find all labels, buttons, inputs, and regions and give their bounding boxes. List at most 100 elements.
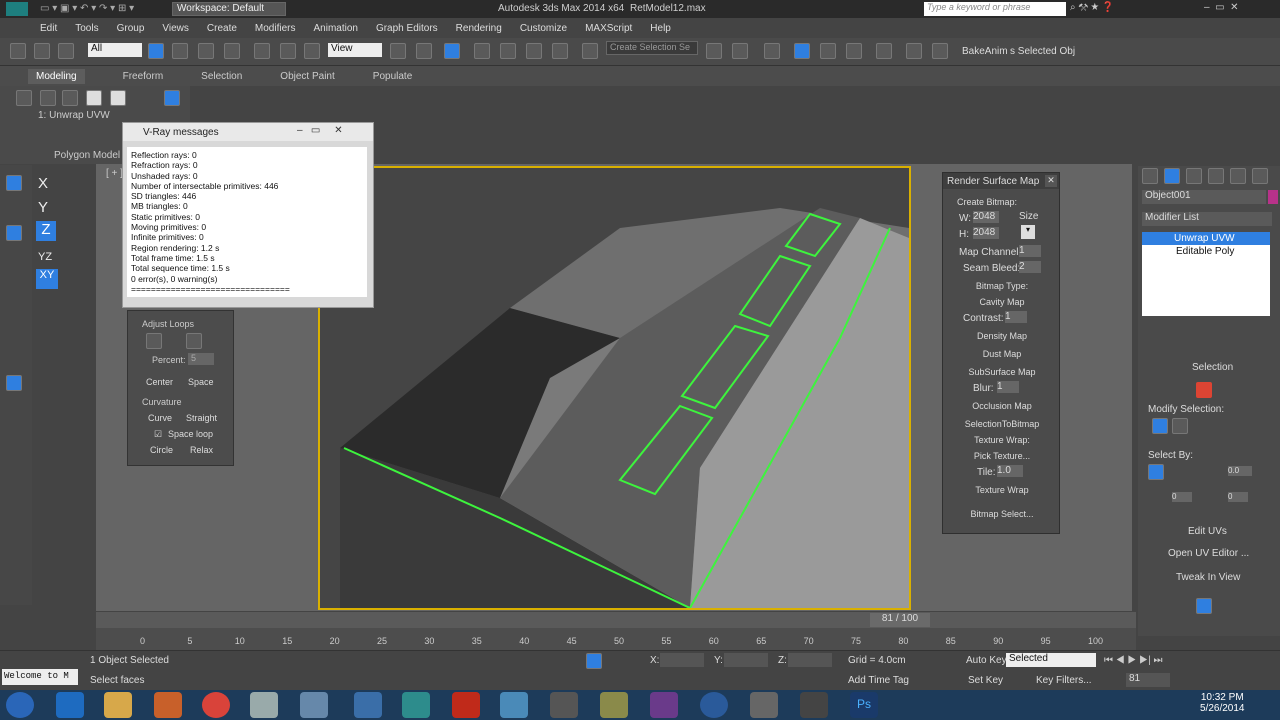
edit-named-selection-icon[interactable] bbox=[582, 43, 598, 59]
window-crossing-icon[interactable] bbox=[224, 43, 240, 59]
app-icon[interactable] bbox=[600, 692, 628, 718]
quick-access-icons[interactable]: ▭ ▾ ▣ ▾ ↶ ▾ ↷ ▾ ⊞ ▾ bbox=[40, 3, 134, 14]
ribbon-tool-icon[interactable] bbox=[40, 90, 56, 106]
percent-spinner[interactable]: 5 bbox=[188, 353, 214, 365]
media-icon[interactable] bbox=[154, 692, 182, 718]
threshold-spinner[interactable]: 0.0 bbox=[1228, 466, 1252, 476]
menu-views[interactable]: Views bbox=[162, 23, 189, 34]
auto-key-button[interactable]: Auto Key bbox=[966, 655, 1007, 666]
selection-filter[interactable]: All bbox=[88, 43, 142, 57]
select-manipulate-icon[interactable] bbox=[416, 43, 432, 59]
vray-window-controls[interactable]: – ▭ ✕ bbox=[297, 125, 343, 136]
start-icon[interactable] bbox=[6, 692, 34, 718]
x-field[interactable] bbox=[660, 653, 704, 667]
time-slider-frame[interactable]: 81 / 100 bbox=[870, 613, 930, 627]
window-controls[interactable]: – ▭ ✕ bbox=[1204, 2, 1239, 13]
loop-icon[interactable] bbox=[186, 333, 202, 349]
percent-snap-icon[interactable] bbox=[526, 43, 542, 59]
tile-spinner[interactable]: 1.0 bbox=[997, 465, 1023, 477]
menu-create[interactable]: Create bbox=[207, 23, 237, 34]
shrink-icon[interactable] bbox=[1172, 418, 1188, 434]
menu-rendering[interactable]: Rendering bbox=[456, 23, 502, 34]
current-frame-field[interactable]: 81 bbox=[1126, 673, 1170, 687]
create-tab-icon[interactable] bbox=[1142, 168, 1158, 184]
object-color-swatch[interactable] bbox=[1268, 190, 1278, 204]
select-object-icon[interactable] bbox=[148, 43, 164, 59]
xnormal-icon[interactable] bbox=[650, 692, 678, 718]
curve-editor-icon[interactable] bbox=[820, 43, 836, 59]
lock-selection-icon[interactable] bbox=[586, 653, 602, 669]
tab-populate[interactable]: Populate bbox=[373, 71, 412, 82]
key-filters-button[interactable]: Key Filters... bbox=[1036, 675, 1092, 686]
uv-tool-icon[interactable] bbox=[1196, 598, 1212, 614]
app-icon[interactable] bbox=[500, 692, 528, 718]
center-button[interactable]: Center bbox=[146, 377, 173, 387]
named-selection-set[interactable]: Create Selection Se bbox=[606, 41, 698, 55]
open-uv-editor-button[interactable]: Open UV Editor ... bbox=[1168, 548, 1249, 559]
move-icon[interactable] bbox=[254, 43, 270, 59]
select-by-element-icon[interactable] bbox=[1148, 464, 1164, 480]
space-button[interactable]: Space bbox=[188, 377, 214, 387]
keyboard-shortcut-icon[interactable] bbox=[444, 43, 460, 59]
workspace-select[interactable]: Workspace: Default bbox=[172, 2, 286, 16]
mirror-icon[interactable] bbox=[706, 43, 722, 59]
bakeanim-label[interactable]: BakeAnim bbox=[962, 46, 1008, 57]
pivot-center-icon[interactable] bbox=[390, 43, 406, 59]
add-time-tag[interactable]: Add Time Tag bbox=[848, 675, 909, 686]
blur-spinner[interactable]: 1 bbox=[997, 381, 1019, 393]
link-icon[interactable] bbox=[10, 43, 26, 59]
dust-map-button[interactable]: Dust Map bbox=[943, 349, 1061, 359]
app-icon[interactable] bbox=[452, 692, 480, 718]
app-icon[interactable] bbox=[750, 692, 778, 718]
ie-icon[interactable] bbox=[56, 692, 84, 718]
spinner-snap-icon[interactable] bbox=[552, 43, 568, 59]
app-icon[interactable] bbox=[700, 692, 728, 718]
photoshop-icon[interactable]: Ps bbox=[850, 692, 878, 718]
ribbon-tool-icon[interactable] bbox=[164, 90, 180, 106]
menu-help[interactable]: Help bbox=[650, 23, 671, 34]
display-tab-icon[interactable] bbox=[1230, 168, 1246, 184]
axis-y[interactable]: Y bbox=[38, 199, 48, 216]
menu-animation[interactable]: Animation bbox=[313, 23, 357, 34]
modifier-list-select[interactable]: Modifier List bbox=[1142, 212, 1272, 226]
stack-item-editable-poly[interactable]: Editable Poly bbox=[1142, 245, 1270, 258]
bind-space-warp-icon[interactable] bbox=[58, 43, 74, 59]
snap-icon[interactable] bbox=[6, 225, 22, 241]
material-id-spinner[interactable]: 0 bbox=[1228, 492, 1248, 502]
axis-x[interactable]: X bbox=[38, 175, 48, 192]
circle-button[interactable]: Circle bbox=[150, 445, 173, 455]
graphite-toggle-icon[interactable] bbox=[794, 43, 810, 59]
search-input[interactable]: Type a keyword or phrase bbox=[924, 2, 1066, 16]
space-loop-checkbox[interactable]: Space loop bbox=[168, 429, 213, 439]
menu-graph-editors[interactable]: Graph Editors bbox=[376, 23, 438, 34]
menu-group[interactable]: Group bbox=[117, 23, 145, 34]
playback-controls[interactable]: ⏮ ◀ ▶ ▶| ⏭ bbox=[1104, 655, 1162, 666]
reference-coordinate-select[interactable]: View bbox=[328, 43, 382, 57]
subsurface-map-button[interactable]: SubSurface Map bbox=[943, 367, 1061, 377]
scale-icon[interactable] bbox=[304, 43, 320, 59]
track-bar[interactable]: 0 5 10 15 20 25 30 35 40 45 50 55 60 65 70 75 80 85 90 95 10… bbox=[96, 628, 1136, 650]
polygon-model-label[interactable]: Polygon Model bbox=[54, 150, 120, 161]
occlusion-map-button[interactable]: Occlusion Map bbox=[943, 401, 1061, 411]
cavity-map-button[interactable]: Cavity Map bbox=[943, 297, 1061, 307]
rectangular-selection-icon[interactable] bbox=[198, 43, 214, 59]
map-channel-spinner[interactable]: 1 bbox=[1019, 245, 1041, 257]
tweak-in-view-button[interactable]: Tweak In View bbox=[1176, 572, 1240, 583]
bitmap-select-button[interactable]: Bitmap Select... bbox=[943, 509, 1061, 519]
contrast-spinner[interactable]: 1 bbox=[1005, 311, 1027, 323]
schematic-view-icon[interactable] bbox=[846, 43, 862, 59]
edit-uvs-rollout[interactable]: Edit UVs bbox=[1188, 526, 1227, 537]
axis-yz[interactable]: YZ bbox=[38, 251, 52, 263]
app-icon[interactable] bbox=[250, 692, 278, 718]
menu-tools[interactable]: Tools bbox=[75, 23, 98, 34]
explorer-icon[interactable] bbox=[104, 692, 132, 718]
selected-obj-label[interactable]: s Selected Obj bbox=[1010, 46, 1075, 57]
texture-wrap-button[interactable]: Texture Wrap bbox=[943, 485, 1061, 495]
stack-item-unwrap[interactable]: Unwrap UVW bbox=[1142, 232, 1270, 245]
density-map-button[interactable]: Density Map bbox=[943, 331, 1061, 341]
maxscript-listener[interactable]: Welcome to M bbox=[2, 669, 78, 685]
pick-texture-button[interactable]: Pick Texture... bbox=[943, 451, 1061, 461]
render-region[interactable] bbox=[318, 166, 911, 610]
snap-icon[interactable] bbox=[6, 375, 22, 391]
material-editor-icon[interactable] bbox=[876, 43, 892, 59]
